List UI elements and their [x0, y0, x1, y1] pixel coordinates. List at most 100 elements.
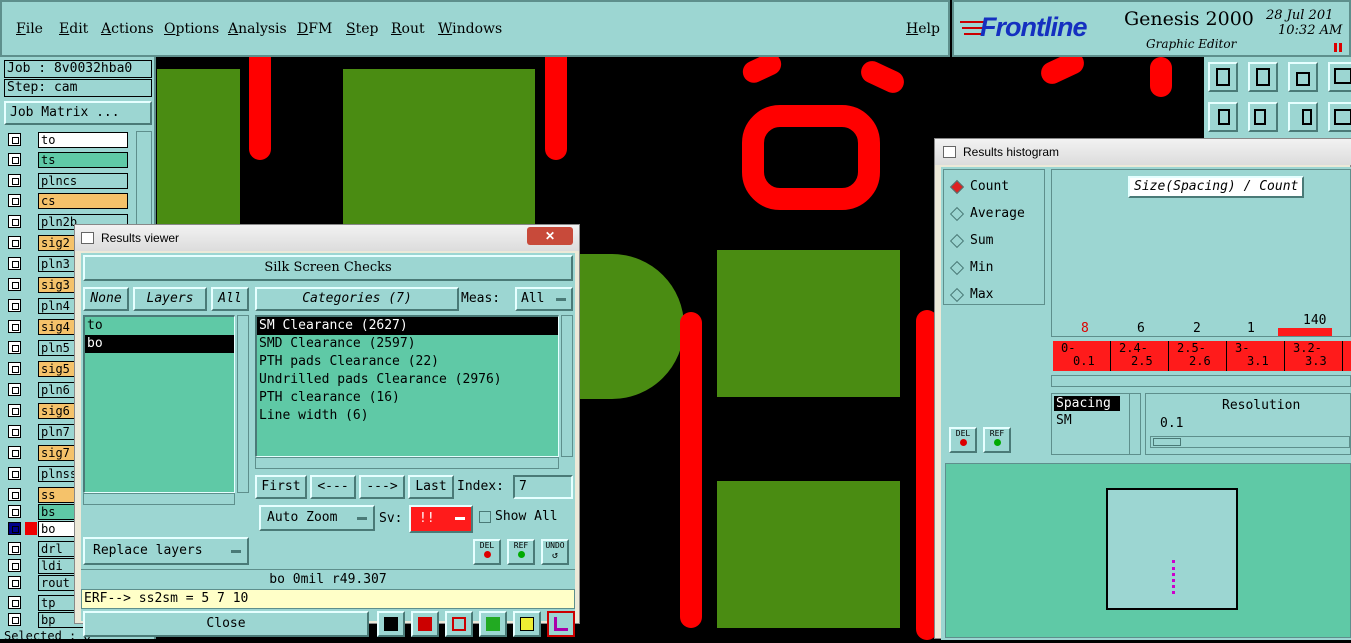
- category-item[interactable]: SMD Clearance (2597): [257, 335, 558, 353]
- layer-name[interactable]: ts: [38, 152, 128, 168]
- histogram-titlebar[interactable]: Results histogram: [935, 139, 1351, 165]
- last-button[interactable]: Last: [408, 475, 454, 499]
- spacing-scrollbar[interactable]: [1129, 393, 1141, 455]
- layer-checkbox[interactable]: [8, 596, 21, 609]
- severity-select[interactable]: !!: [409, 505, 473, 533]
- category-item[interactable]: SM Clearance (2627): [257, 317, 558, 335]
- zoom-fit-icon[interactable]: [1328, 102, 1351, 132]
- layer-checkbox[interactable]: [8, 522, 21, 535]
- spacing-list[interactable]: Spacing SM: [1051, 393, 1139, 455]
- layer-name[interactable]: to: [38, 132, 128, 148]
- menu-dfm[interactable]: DFM: [297, 21, 332, 37]
- menu-step[interactable]: Step: [346, 21, 378, 37]
- job-matrix-button[interactable]: Job Matrix ...: [4, 101, 152, 125]
- layer-checkbox[interactable]: [8, 383, 21, 396]
- layer-checkbox[interactable]: [8, 467, 21, 480]
- layer-result-item[interactable]: bo: [85, 335, 234, 353]
- notes-icon[interactable]: [513, 611, 541, 637]
- histogram-icon[interactable]: [547, 611, 575, 637]
- meas-select[interactable]: All: [515, 287, 573, 311]
- layer-checkbox[interactable]: [8, 488, 21, 501]
- layers-button[interactable]: Layers: [133, 287, 207, 311]
- categories-hscrollbar[interactable]: [255, 457, 559, 469]
- histogram-ref-button[interactable]: REF: [983, 427, 1011, 453]
- all-layers-button[interactable]: All: [211, 287, 249, 311]
- layer-result-item[interactable]: to: [85, 317, 234, 335]
- undo-button[interactable]: UNDO ↺: [541, 539, 569, 565]
- prev-button[interactable]: <---: [310, 475, 356, 499]
- menu-file[interactable]: File: [16, 21, 43, 37]
- layer-checkbox[interactable]: [8, 505, 21, 518]
- show-all-checkbox[interactable]: [479, 511, 491, 523]
- menu-help[interactable]: Help: [906, 21, 940, 37]
- layer-checkbox[interactable]: [8, 278, 21, 291]
- bin-cell[interactable]: 3- 3.1: [1227, 341, 1285, 371]
- menu-windows[interactable]: Windows: [438, 21, 502, 37]
- bin-cell[interactable]: 2.4- 2.5: [1111, 341, 1169, 371]
- close-icon[interactable]: ✕: [527, 227, 573, 245]
- layer-checkbox[interactable]: [8, 215, 21, 228]
- none-button[interactable]: None: [83, 287, 129, 311]
- layer-checkbox[interactable]: [8, 613, 21, 626]
- bin-cell[interactable]: 3: [1343, 341, 1351, 371]
- layer-up-icon[interactable]: [1208, 62, 1238, 92]
- close-button[interactable]: Close: [83, 611, 369, 637]
- layer-row[interactable]: cs: [6, 192, 128, 210]
- menu-rout[interactable]: Rout: [391, 21, 425, 37]
- histogram-del-button[interactable]: DEL: [949, 427, 977, 453]
- report-icon[interactable]: [411, 611, 439, 637]
- category-item[interactable]: PTH clearance (16): [257, 389, 558, 407]
- window-icon[interactable]: [1328, 62, 1351, 92]
- layer-results-hscrollbar[interactable]: [83, 493, 235, 505]
- category-item[interactable]: PTH pads Clearance (22): [257, 353, 558, 371]
- menu-actions[interactable]: Actions: [101, 21, 154, 37]
- layer-row[interactable]: ts: [6, 151, 128, 169]
- layer-checkbox[interactable]: [8, 174, 21, 187]
- menu-edit[interactable]: Edit: [59, 21, 88, 37]
- layer-checkbox[interactable]: [8, 299, 21, 312]
- del-button[interactable]: DEL: [473, 539, 501, 565]
- measure-icon[interactable]: [377, 611, 405, 637]
- radio-icon[interactable]: [949, 260, 965, 276]
- layer-row[interactable]: to: [6, 131, 128, 149]
- filter-icon[interactable]: [479, 611, 507, 637]
- layer-name[interactable]: plncs: [38, 173, 128, 189]
- layer-checkbox[interactable]: [8, 236, 21, 249]
- category-item[interactable]: Line width (6): [257, 407, 558, 425]
- radio-icon[interactable]: [949, 233, 965, 249]
- slider-thumb[interactable]: [1153, 438, 1181, 446]
- first-button[interactable]: First: [255, 475, 307, 499]
- layer-checkbox[interactable]: [8, 320, 21, 333]
- layer-checkbox[interactable]: [8, 362, 21, 375]
- layer-checkbox[interactable]: [8, 446, 21, 459]
- home-icon[interactable]: [1288, 62, 1318, 92]
- results-viewer-titlebar[interactable]: Results viewer ✕: [75, 225, 579, 251]
- category-item[interactable]: Undrilled pads Clearance (2976): [257, 371, 558, 389]
- clear-icon[interactable]: [445, 611, 473, 637]
- ref-button[interactable]: REF: [507, 539, 535, 565]
- radio-icon[interactable]: [949, 206, 965, 222]
- replace-layers-select[interactable]: Replace layers: [83, 537, 249, 565]
- layer-checkbox[interactable]: [8, 257, 21, 270]
- radio-icon[interactable]: [949, 179, 965, 195]
- layer-checkbox[interactable]: [8, 542, 21, 555]
- categories-scrollbar[interactable]: [561, 315, 573, 457]
- layer-results-list[interactable]: to bo: [83, 315, 235, 493]
- layer-name[interactable]: cs: [38, 193, 128, 209]
- layer-down-icon[interactable]: [1248, 62, 1278, 92]
- bin-cell[interactable]: 2.5- 2.6: [1169, 341, 1227, 371]
- bins-hscrollbar[interactable]: [1051, 375, 1351, 387]
- move-left-icon[interactable]: [1208, 102, 1238, 132]
- menu-analysis[interactable]: Analysis: [228, 21, 287, 37]
- auto-zoom-select[interactable]: Auto Zoom: [259, 505, 375, 531]
- bin-cell[interactable]: 3.2- 3.3: [1285, 341, 1343, 371]
- layer-row[interactable]: plncs: [6, 172, 128, 190]
- layer-checkbox[interactable]: [8, 341, 21, 354]
- layer-results-scrollbar[interactable]: [237, 315, 249, 493]
- resolution-slider[interactable]: [1150, 436, 1350, 448]
- radio-icon[interactable]: [949, 287, 965, 303]
- move-right-icon[interactable]: [1248, 102, 1278, 132]
- categories-button[interactable]: Categories (7): [255, 287, 459, 311]
- undo-icon[interactable]: [1288, 102, 1318, 132]
- layer-checkbox[interactable]: [8, 133, 21, 146]
